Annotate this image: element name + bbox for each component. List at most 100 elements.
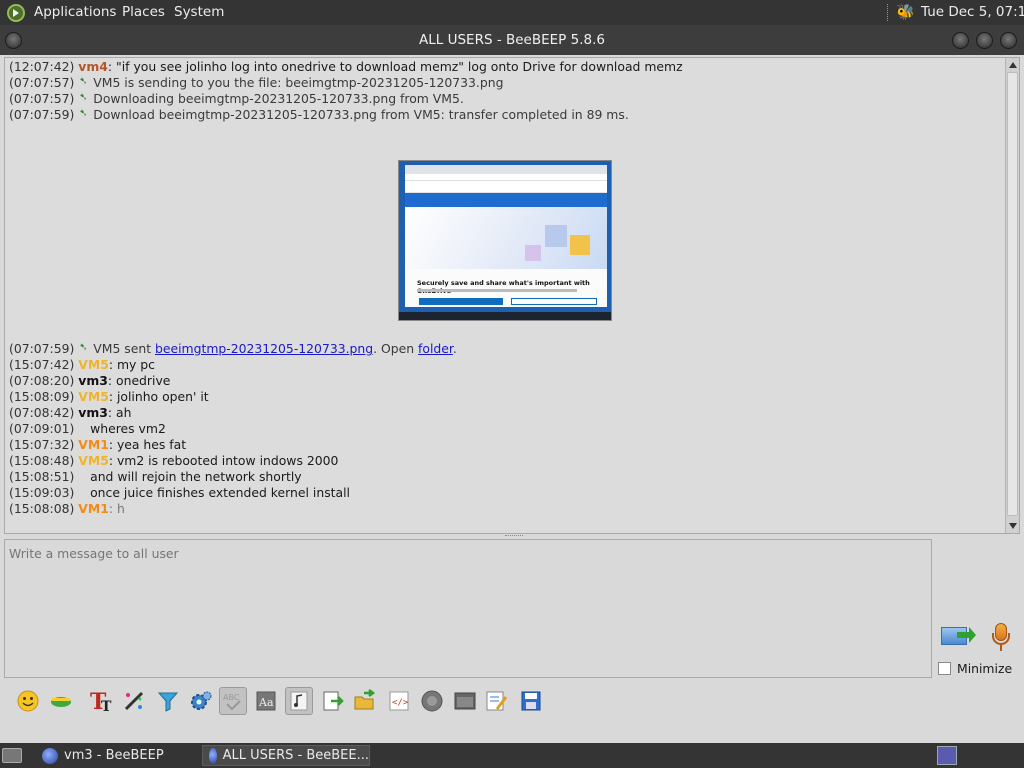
menu-places[interactable]: Places (122, 4, 165, 20)
pane-splitter[interactable] (505, 535, 523, 538)
timestamp: (07:07:59) (9, 341, 75, 356)
chat-line: (15:08:08) VM1: h (9, 501, 1004, 517)
timestamp: (12:07:42) (9, 59, 75, 74)
chat-text: . (452, 341, 457, 356)
maximize-window-icon[interactable] (976, 32, 993, 49)
chat-text: : jolinho open' it (108, 389, 209, 404)
bottom-panel: vm3 - BeeBEEP ALL USERS - BeeBEE... (0, 743, 1024, 768)
file-transfer-icon: ➷ (79, 108, 88, 119)
chat-line: (15:07:42) VM5: my pc (9, 357, 1004, 373)
timestamp: (07:08:42) (9, 405, 75, 420)
timestamp: (15:08:48) (9, 453, 75, 468)
color-picker-button[interactable] (120, 687, 148, 715)
timestamp: (07:09:01) (9, 421, 75, 436)
font-icon: Aa (256, 691, 276, 711)
voice-message-button[interactable] (418, 687, 446, 715)
timestamp: (15:09:03) (9, 485, 75, 500)
clock[interactable]: Tue Dec 5, 07:10 (921, 4, 1024, 20)
send-folder-button[interactable] (351, 687, 379, 715)
minimize-label: Minimize (957, 660, 1013, 676)
panel-separator (887, 4, 889, 21)
record-voice-button[interactable] (990, 621, 1012, 653)
filter-button[interactable] (154, 687, 182, 715)
timestamp: (07:07:59) (9, 107, 75, 122)
code-icon: </> (389, 691, 409, 711)
scroll-down-icon[interactable] (1009, 523, 1017, 529)
send-file-icon (323, 691, 344, 711)
folder-link[interactable]: folder (418, 341, 453, 356)
screenshot-icon (454, 692, 476, 710)
scroll-up-icon[interactable] (1009, 62, 1017, 68)
svg-text:Aa: Aa (258, 696, 274, 709)
chat-text: VM5 sent (93, 341, 155, 356)
top-panel: Applications Places System 🐝 Tue Dec 5, … (0, 0, 1024, 25)
emoticon-button[interactable] (14, 687, 42, 715)
chat-user: VM5 (78, 389, 109, 404)
chat-text: Download beeimgtmp-20231205-120733.png f… (93, 107, 629, 122)
scroll-thumb[interactable] (1007, 72, 1018, 516)
save-button[interactable] (517, 687, 545, 715)
task-label: ALL USERS - BeeBEE... (222, 748, 369, 763)
beebeep-icon (209, 747, 217, 764)
notes-icon (486, 691, 508, 711)
chat-line: (07:09:01) wheres vm2 (9, 421, 1004, 437)
minimize-checkbox[interactable] (938, 661, 951, 675)
send-button[interactable] (940, 623, 976, 651)
chat-line: (07:07:59) ➷ VM5 sent beeimgtmp-20231205-… (9, 341, 1004, 357)
shared-screenshot-image[interactable]: Securely save and share what's important… (398, 160, 612, 321)
chat-scrollbar[interactable] (1005, 58, 1019, 533)
minimize-window-icon[interactable] (952, 32, 969, 49)
text-format-icon: TT (90, 689, 112, 714)
show-desktop-icon[interactable] (2, 748, 22, 763)
chat-text: : my pc (108, 357, 155, 372)
chat-text: once juice finishes extended kernel inst… (78, 485, 350, 500)
close-window-icon[interactable] (1000, 32, 1017, 49)
chat-line: (15:08:48) VM5: vm2 is rebooted intow in… (9, 453, 1004, 469)
window-title-bar[interactable]: ALL USERS - BeeBEEP 5.8.6 (0, 25, 1024, 55)
color-picker-icon (124, 691, 144, 711)
workspace-switcher[interactable] (937, 746, 957, 765)
font-button[interactable]: Aa (252, 687, 280, 715)
emoticon-icon (17, 690, 39, 712)
main-menu-icon[interactable] (7, 4, 25, 22)
timestamp: (07:07:57) (9, 91, 75, 106)
chat-user: VM1 (78, 437, 109, 452)
timestamp: (15:08:09) (9, 389, 75, 404)
taskbar-item-vm3[interactable]: vm3 - BeeBEEP (36, 745, 198, 766)
settings-icon (191, 691, 212, 710)
menu-applications[interactable]: Applications (34, 4, 116, 20)
spellcheck-button[interactable]: ABC (219, 687, 247, 715)
chat-text: : h (108, 501, 125, 516)
bee-icon (51, 697, 71, 707)
chat-line: (15:09:03) once juice finishes extended … (9, 485, 1004, 501)
message-input[interactable] (4, 539, 932, 678)
timestamp: (15:08:51) (9, 469, 75, 484)
file-link[interactable]: beeimgtmp-20231205-120733.png (155, 341, 373, 356)
timestamp: (15:08:08) (9, 501, 75, 516)
chat-text: wheres vm2 (78, 421, 166, 436)
chat-text: : vm2 is rebooted intow indows 2000 (108, 453, 339, 468)
minimize-option[interactable]: Minimize (938, 660, 1012, 676)
screenshot-button[interactable] (451, 687, 479, 715)
bee-tray-icon[interactable]: 🐝 (896, 3, 915, 21)
window-title: ALL USERS - BeeBEEP 5.8.6 (419, 32, 605, 48)
chat-history[interactable]: (12:07:42) vm4: "if you see jolinho log … (4, 57, 1020, 534)
chat-line: (15:08:51) and will rejoin the network s… (9, 469, 1004, 485)
code-button[interactable]: </> (385, 687, 413, 715)
chat-user: vm4 (78, 59, 108, 74)
sound-button[interactable] (285, 687, 313, 715)
text-format-button[interactable]: TT (87, 687, 115, 715)
send-file-button[interactable] (319, 687, 347, 715)
voice-message-icon (421, 690, 443, 712)
file-transfer-icon: ➷ (79, 342, 88, 353)
notes-button[interactable] (482, 687, 510, 715)
settings-button[interactable] (187, 687, 215, 715)
menu-system[interactable]: System (174, 4, 224, 20)
screenshot-caption: Securely save and share what's important… (417, 279, 590, 295)
timestamp: (07:08:20) (9, 373, 75, 388)
bee-button[interactable] (47, 687, 75, 715)
chat-line: (07:07:57) ➷ Downloading beeimgtmp-202312… (9, 91, 1004, 107)
chat-text: : "if you see jolinho log into onedrive … (107, 59, 683, 74)
svg-text:T: T (101, 699, 112, 714)
taskbar-item-all-users[interactable]: ALL USERS - BeeBEE... (202, 745, 370, 766)
